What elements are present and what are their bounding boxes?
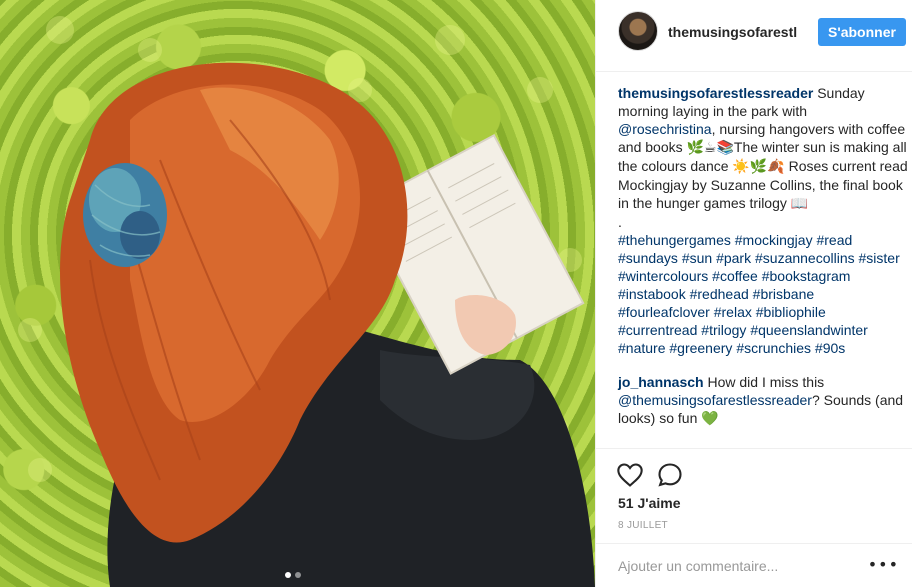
hashtag-link[interactable]: #suzannecollins [755, 250, 855, 266]
book-emoji: 📖 [790, 196, 809, 212]
hashtag-link[interactable]: #relax [714, 304, 752, 320]
hashtag-link[interactable]: #bibliophile [756, 304, 826, 320]
sun-leaves-emoji: ☀️🌿🍂 [732, 159, 785, 175]
follow-button[interactable]: S'abonner [818, 18, 906, 46]
hashtag-link[interactable]: #sun [682, 250, 712, 266]
comment-username[interactable]: jo_hannasch [618, 374, 704, 390]
heart-icon[interactable] [616, 461, 644, 489]
comment-icon[interactable] [656, 461, 684, 489]
hashtag-link[interactable]: #bookstagram [762, 268, 851, 284]
carousel-indicator[interactable] [285, 572, 301, 578]
post-username[interactable]: themusingsofarestl [668, 24, 797, 40]
comment-mention[interactable]: @themusingsofarestlessreader [618, 392, 812, 408]
hashtag-link[interactable]: #read [816, 232, 852, 248]
post-header: themusingsofarestl S'abonner [596, 0, 912, 72]
hashtags: #thehungergames #mockingjay #read #sunda… [618, 231, 908, 357]
more-icon[interactable]: ••• [868, 557, 899, 573]
comment: jo_hannasch How did I miss this @themusi… [618, 373, 908, 428]
post-details-panel: themusingsofarestl S'abonner themusingso… [595, 0, 912, 587]
hashtag-link[interactable]: #scrunchies [736, 340, 811, 356]
post-photo[interactable] [0, 0, 595, 587]
hashtag-link[interactable]: #currentread [618, 322, 697, 338]
likes-count[interactable]: 51 J'aime [618, 495, 681, 511]
hashtag-link[interactable]: #redhead [690, 286, 749, 302]
hashtag-link[interactable]: #sundays [618, 250, 678, 266]
hashtag-link[interactable]: #trilogy [701, 322, 746, 338]
post-date[interactable]: 8 JUILLET [618, 520, 668, 531]
coffee-books-emoji: 🌿☕📚 [686, 140, 734, 156]
carousel-dot-active[interactable] [285, 572, 291, 578]
hashtag-link[interactable]: #fourleafclover [618, 304, 710, 320]
comment-text: How did I miss this [703, 374, 825, 390]
hashtag-link[interactable]: #queenslandwinter [750, 322, 868, 338]
hashtag-link[interactable]: #instabook [618, 286, 686, 302]
caption-mention[interactable]: @rosechristina [618, 121, 712, 137]
comment-form: ••• [596, 543, 912, 587]
hashtag-link[interactable]: #nature [618, 340, 665, 356]
comment-input[interactable] [618, 558, 868, 574]
caption-separator: . [618, 214, 622, 230]
hashtag-link[interactable]: #thehungergames [618, 232, 731, 248]
hashtag-link[interactable]: #greenery [669, 340, 732, 356]
photo-illustration [18, 16, 595, 587]
hashtag-link[interactable]: #park [716, 250, 751, 266]
hashtag-link[interactable]: #wintercolours [618, 268, 708, 284]
hashtag-link[interactable]: #sister [859, 250, 900, 266]
carousel-dot[interactable] [295, 572, 301, 578]
comments-section: themusingsofarestlessreader Sunday morni… [618, 84, 908, 428]
hashtag-link[interactable]: #brisbane [753, 286, 815, 302]
hashtag-link[interactable]: #coffee [712, 268, 758, 284]
hashtag-link[interactable]: #90s [815, 340, 845, 356]
post-actions: 51 J'aime 8 JUILLET ••• [596, 448, 912, 587]
avatar[interactable] [618, 11, 658, 51]
hashtag-link[interactable]: #mockingjay [735, 232, 813, 248]
green-heart-emoji: 💚 [701, 411, 719, 427]
caption-username[interactable]: themusingsofarestlessreader [618, 85, 813, 101]
caption: themusingsofarestlessreader Sunday morni… [618, 84, 908, 357]
